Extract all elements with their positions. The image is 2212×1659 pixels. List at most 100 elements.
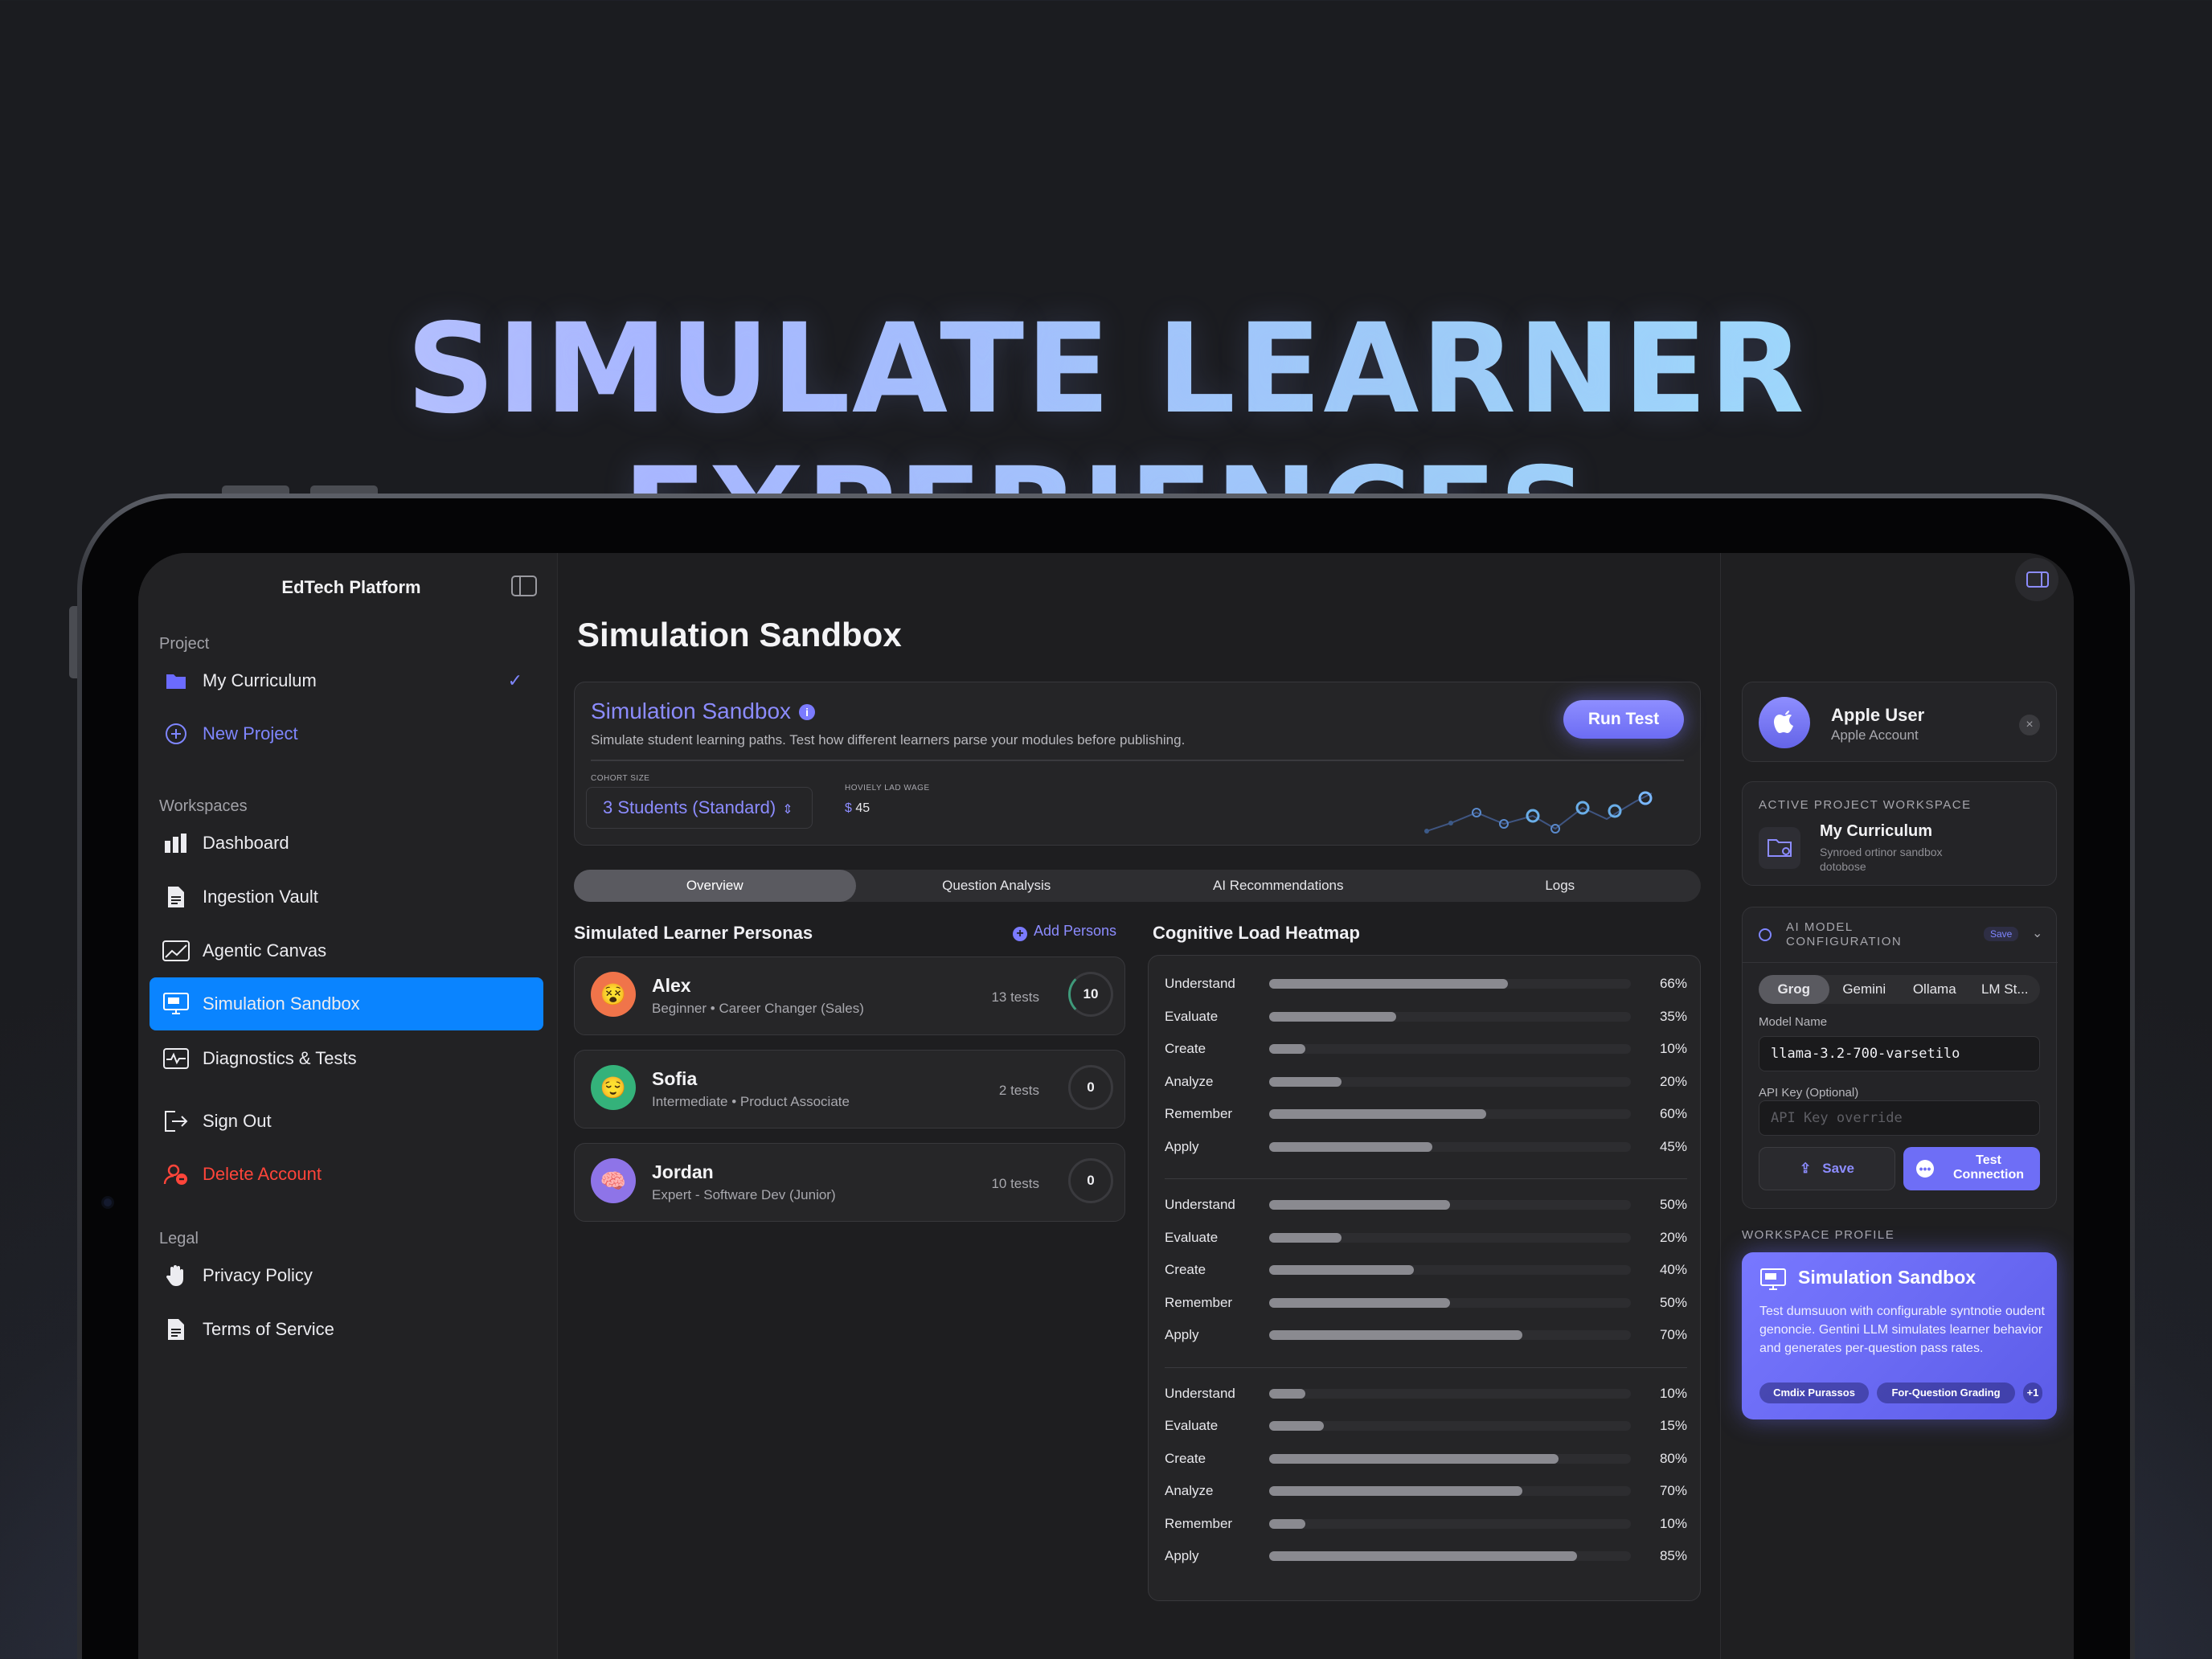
api-key-input[interactable]: API Key override — [1759, 1100, 2040, 1136]
persona-score-ring: 10 — [1068, 972, 1113, 1017]
heatmap-bar-fill — [1269, 1486, 1522, 1496]
provider-option-grog[interactable]: Grog — [1759, 975, 1829, 1004]
heatmap-row-percent: 10% — [1659, 1515, 1687, 1531]
profile-description: Test dumsuuon with configurable syntnoti… — [1759, 1305, 2045, 1355]
heatmap-row-percent: 10% — [1659, 1385, 1687, 1401]
sidebar-item-ingestion-vault[interactable]: Ingestion Vault — [150, 870, 543, 924]
persona-card-jordan[interactable]: 🧠 Jordan Expert - Software Dev (Junior) … — [574, 1143, 1125, 1222]
persona-card-sofia[interactable]: 😌 Sofia Intermediate • Product Associate… — [574, 1050, 1125, 1129]
heatmap-row: Apply 70% — [1165, 1325, 1687, 1347]
run-test-button[interactable]: Run Test — [1563, 700, 1684, 739]
provider-option-gemini[interactable]: Gemini — [1829, 975, 1900, 1004]
device-button — [222, 485, 289, 494]
heatmap-bar-fill — [1269, 1421, 1324, 1431]
heatmap-title: Cognitive Load Heatmap — [1153, 923, 1360, 943]
heatmap-bar-fill — [1269, 1551, 1577, 1561]
heatmap-bar-track — [1269, 1011, 1631, 1022]
heatmap-bar-fill — [1269, 1200, 1450, 1210]
persona-test-count: 10 tests — [991, 1176, 1039, 1191]
sidebar-item-diagnostics-tests[interactable]: Diagnostics & Tests — [150, 1032, 543, 1085]
heatmap-row-percent: 45% — [1659, 1138, 1687, 1154]
persona-card-alex[interactable]: 😵 Alex Beginner • Career Changer (Sales)… — [574, 956, 1125, 1035]
tab-ai-recommendations[interactable]: AI Recommendations — [1137, 870, 1419, 902]
heatmap-bar-track — [1269, 1486, 1631, 1496]
heatmap-bar-track — [1269, 1388, 1631, 1399]
add-personas-button[interactable]: + Add Persons — [1013, 923, 1116, 941]
provider-option-lm-studio[interactable]: LM St... — [1970, 975, 2041, 1004]
sidebar-item-label: My Curriculum — [203, 670, 317, 690]
connection-icon: ••• — [1916, 1160, 1934, 1178]
divider — [591, 760, 1684, 761]
heatmap-bar-fill — [1269, 1518, 1305, 1529]
sidebar-item-label: Sign Out — [203, 1111, 272, 1131]
sidebar-item-simulation-sandbox[interactable]: Simulation Sandbox — [150, 977, 543, 1030]
heatmap-row-label: Remember — [1165, 1106, 1233, 1121]
persona-name: Jordan — [652, 1161, 714, 1182]
sidebar-item-new-project[interactable]: New Project — [150, 707, 543, 760]
heatmap-row: Understand 66% — [1165, 973, 1687, 996]
heatmap-row-label: Evaluate — [1165, 1229, 1219, 1245]
hand-icon — [162, 1262, 190, 1289]
heatmap-bar-track — [1269, 1141, 1631, 1152]
plus-icon: + — [1013, 927, 1027, 941]
persona-score-ring: 0 — [1068, 1065, 1113, 1110]
camera-icon — [101, 1196, 114, 1209]
personas-title: Simulated Learner Personas — [574, 923, 813, 943]
heatmap-row-label: Analyze — [1165, 1073, 1214, 1089]
close-icon[interactable]: × — [2019, 715, 2040, 735]
tab-question-analysis[interactable]: Question Analysis — [856, 870, 1138, 902]
wage-label: HOVIELY LAD WAGE — [845, 784, 930, 793]
heatmap-bar-track — [1269, 1297, 1631, 1308]
heatmap-row: Create 80% — [1165, 1448, 1687, 1471]
model-name-input[interactable]: llama-3.2-700-varsetilo — [1759, 1036, 2040, 1071]
persona-avatar: 😌 — [591, 1065, 636, 1110]
workspace-profile-card[interactable]: Simulation Sandbox Test dumsuuon with co… — [1742, 1252, 2057, 1419]
heatmap-row: Create 40% — [1165, 1260, 1687, 1282]
profile-title: Simulation Sandbox — [1798, 1267, 1976, 1288]
workspace-profile-caption: WORKSPACE PROFILE — [1742, 1228, 1895, 1242]
save-button[interactable]: ⇪ Save — [1759, 1147, 1895, 1190]
feature-chip: For-Question Grading — [1877, 1382, 2015, 1403]
apple-logo-icon — [1759, 697, 1810, 748]
sidebar-item-dashboard[interactable]: Dashboard — [150, 817, 543, 870]
heatmap-row-label: Apply — [1165, 1548, 1199, 1563]
workspace-caption: ACTIVE PROJECT WORKSPACE — [1759, 798, 1972, 812]
heatmap-row: Apply 45% — [1165, 1137, 1687, 1159]
sidebar-item-label: Diagnostics & Tests — [203, 1048, 357, 1068]
ai-config-badge[interactable]: Save — [1984, 927, 2019, 941]
sidebar-item-privacy-policy[interactable]: Privacy Policy — [150, 1249, 543, 1302]
sidebar-item-sign-out[interactable]: Sign Out — [150, 1095, 543, 1148]
heatmap-row-percent: 66% — [1659, 976, 1687, 991]
tab-overview[interactable]: Overview — [574, 870, 856, 902]
info-icon[interactable]: i — [799, 704, 816, 720]
heatmap-row-label: Create — [1165, 1262, 1206, 1277]
sidebar-toggle-icon[interactable] — [511, 576, 537, 596]
user-account-card[interactable]: Apple User Apple Account × — [1742, 682, 2057, 762]
sidebar-item-label: Agentic Canvas — [203, 940, 327, 961]
sandbox-header-card: Simulation Sandbox i Simulate student lea… — [574, 682, 1701, 846]
active-workspace-card[interactable]: ACTIVE PROJECT WORKSPACE My Curriculum S… — [1742, 781, 2057, 886]
heatmap-row: Evaluate 20% — [1165, 1227, 1687, 1250]
panel-toggle-icon[interactable] — [2015, 558, 2058, 601]
provider-option-ollama[interactable]: Ollama — [1899, 975, 1970, 1004]
heatmap-bar-track — [1269, 1200, 1631, 1210]
persona-description: Intermediate • Product Associate — [652, 1094, 850, 1109]
heatmap-row-label: Apply — [1165, 1138, 1199, 1154]
heatmap-bar-track — [1269, 1232, 1631, 1243]
heatmap-bar-fill — [1269, 1044, 1305, 1054]
chevron-down-icon[interactable]: ⌄ — [2032, 925, 2042, 941]
sidebar-item-my-curriculum[interactable]: My Curriculum ✓ — [150, 654, 543, 707]
section-label-project: Project — [159, 635, 210, 653]
ai-model-config-card: AI MODEL CONFIGURATION Save ⌄ Grog Gemin… — [1742, 907, 2058, 1209]
chevron-updown-icon: ⇕ — [782, 803, 793, 817]
decorative-sparkline-graphic — [1424, 791, 1653, 834]
sidebar-item-delete-account[interactable]: Delete Account — [150, 1148, 543, 1201]
monitor-icon — [1759, 1268, 1787, 1295]
heatmap-row-label: Understand — [1165, 1385, 1235, 1401]
device-button — [69, 606, 77, 678]
test-connection-button[interactable]: ••• Test Connection — [1903, 1147, 2040, 1190]
sidebar-item-agentic-canvas[interactable]: Agentic Canvas — [150, 924, 543, 977]
sidebar-item-terms-of-service[interactable]: Terms of Service — [150, 1303, 543, 1356]
tab-logs[interactable]: Logs — [1419, 870, 1702, 902]
cohort-size-select[interactable]: 3 Students (Standard) ⇕ — [586, 787, 813, 829]
